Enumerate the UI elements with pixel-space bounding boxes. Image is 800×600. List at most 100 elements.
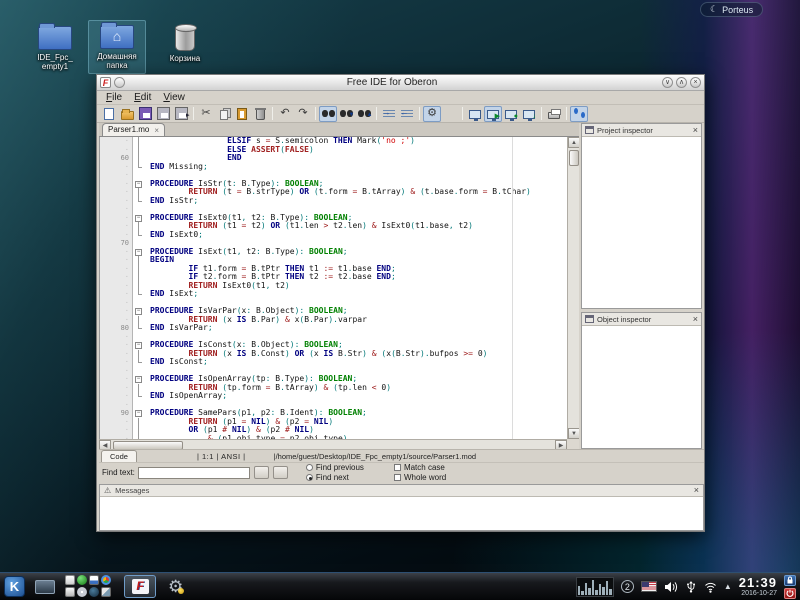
find-action-button-2[interactable] — [273, 466, 288, 479]
lock-screen-button[interactable] — [784, 575, 796, 586]
open-folder-button[interactable] — [118, 106, 136, 122]
tab-close-icon[interactable]: × — [154, 126, 159, 135]
line-number: 80 — [100, 324, 133, 333]
fold-toggle-icon[interactable]: − — [133, 409, 144, 418]
volume-icon[interactable] — [664, 581, 678, 593]
fold-toggle-icon[interactable]: − — [133, 180, 144, 189]
code-line-65[interactable]: ·END IsStr; — [100, 197, 579, 206]
code-line-69[interactable]: ·END IsExt0; — [100, 231, 579, 240]
kde-menu-button[interactable]: K — [4, 576, 25, 597]
save-button[interactable] — [136, 106, 154, 122]
menu-view[interactable]: View — [158, 91, 190, 104]
show-desktop-button[interactable] — [35, 580, 55, 594]
find-next-button[interactable]: ▼ — [337, 106, 355, 122]
project-inspector-close-icon[interactable]: × — [693, 126, 698, 135]
power-button[interactable] — [784, 588, 796, 599]
find-button[interactable] — [319, 106, 337, 122]
wifi-icon[interactable] — [704, 581, 717, 593]
match-case-checkbox[interactable] — [394, 464, 401, 471]
files-launcher-icon[interactable] — [65, 587, 75, 597]
code-editor[interactable]: · ELSIF s = S.semicolon THEN Mark('no ;'… — [99, 137, 579, 439]
object-inspector-icon — [585, 315, 594, 323]
code-line-80[interactable]: 80END IsVarPar; — [100, 324, 579, 333]
window-menu-button[interactable] — [114, 77, 125, 88]
cut-button[interactable]: ✂ — [197, 106, 215, 122]
desktop-icon-home-folder[interactable]: ⌂Домашняяпапка — [88, 20, 146, 74]
undo-button[interactable]: ↶ — [276, 106, 294, 122]
step-into-button[interactable]: ↓ — [520, 106, 538, 122]
messages-close-icon[interactable]: × — [694, 486, 699, 495]
code-line-61[interactable]: ·END Missing; — [100, 163, 579, 172]
find-icon — [322, 107, 335, 120]
indent-button[interactable] — [380, 106, 398, 122]
code-line-76[interactable]: ·END IsExt; — [100, 290, 579, 299]
editor-vertical-scrollbar[interactable]: ▲ ▼ — [567, 137, 579, 439]
options-button[interactable]: ⚙ — [423, 106, 441, 122]
globe-launcher-icon[interactable] — [89, 587, 99, 597]
project-inspector-body[interactable] — [582, 137, 701, 308]
compile-icon — [469, 110, 481, 119]
maximize-button[interactable]: ∧ — [676, 77, 687, 88]
line-number: · — [100, 341, 133, 350]
find-prev-icon: ▲ — [358, 107, 371, 120]
copy-button[interactable] — [215, 106, 233, 122]
tray-expander-icon[interactable]: ▲ — [724, 582, 732, 591]
fold-guide — [133, 401, 144, 410]
fold-toggle-icon[interactable]: − — [133, 248, 144, 257]
find-input[interactable] — [138, 467, 250, 479]
footprints-button[interactable] — [570, 106, 588, 122]
run-button[interactable]: ▶ — [484, 106, 502, 122]
scroll-down-icon[interactable]: ▼ — [568, 428, 579, 439]
settings-launcher-icon[interactable]: ⚙ — [168, 578, 183, 595]
redo-button[interactable]: ↷ — [294, 106, 312, 122]
whole-word-checkbox[interactable] — [394, 474, 401, 481]
new-file-button[interactable] — [100, 106, 118, 122]
line-number: · — [100, 367, 133, 376]
step-over-button[interactable]: ● — [502, 106, 520, 122]
delete-button[interactable] — [251, 106, 269, 122]
menu-edit[interactable]: Edit — [129, 91, 156, 104]
cd-launcher-icon[interactable] — [77, 587, 87, 597]
compile-button[interactable] — [466, 106, 484, 122]
object-inspector-close-icon[interactable]: × — [693, 315, 698, 324]
workspace-pager[interactable]: 2 — [621, 580, 634, 593]
find-next-radio[interactable] — [306, 474, 313, 481]
documents-launcher-icon[interactable] — [65, 575, 75, 585]
object-inspector-body[interactable] — [582, 326, 701, 448]
print-button[interactable] — [545, 106, 563, 122]
fold-toggle-icon[interactable]: − — [133, 307, 144, 316]
task-free-ide-oberon[interactable]: F — [124, 575, 156, 598]
clock[interactable]: 21:39 2016-10-27 — [739, 576, 777, 597]
scroll-up-icon[interactable]: ▲ — [568, 137, 579, 148]
porteus-widget[interactable]: ☾ Porteus — [700, 2, 763, 17]
code-line-88[interactable]: ·END IsOpenArray; — [100, 392, 579, 401]
usb-device-icon[interactable] — [685, 580, 697, 593]
find-action-button-1[interactable] — [254, 466, 269, 479]
minimize-button[interactable]: ∨ — [662, 77, 673, 88]
unindent-button[interactable] — [398, 106, 416, 122]
paste-button[interactable] — [233, 106, 251, 122]
system-monitor-graph[interactable] — [576, 577, 614, 597]
find-previous-radio[interactable] — [306, 464, 313, 471]
image-launcher-icon[interactable] — [101, 587, 111, 597]
menu-file[interactable]: File — [101, 91, 127, 104]
fold-toggle-icon[interactable]: − — [133, 341, 144, 350]
keyboard-layout-flag-icon[interactable] — [641, 581, 657, 592]
code-mode-tab[interactable]: Code — [101, 450, 137, 462]
vertical-scroll-thumb[interactable] — [569, 150, 579, 166]
clock-launcher-icon[interactable] — [77, 575, 87, 585]
tools-button[interactable] — [441, 106, 459, 122]
close-button[interactable]: × — [690, 77, 701, 88]
desktop-icon-trash[interactable]: Корзина — [156, 26, 214, 63]
calendar-launcher-icon[interactable] — [89, 575, 99, 585]
fold-toggle-icon[interactable]: − — [133, 375, 144, 384]
save-as-button[interactable] — [154, 106, 172, 122]
find-prev-button[interactable]: ▲ — [355, 106, 373, 122]
fold-toggle-icon[interactable]: − — [133, 214, 144, 223]
desktop-icon-ide-fpc-folder[interactable]: IDE_Fpc_empty1 — [26, 26, 84, 71]
save-all-button[interactable] — [172, 106, 190, 122]
tab-parser1[interactable]: Parser1.mo × — [102, 123, 165, 136]
code-line-84[interactable]: ·END IsConst; — [100, 358, 579, 367]
browser-launcher-icon[interactable] — [101, 575, 111, 585]
titlebar[interactable]: F Free IDE for Oberon ∨ ∧ × — [97, 75, 704, 91]
